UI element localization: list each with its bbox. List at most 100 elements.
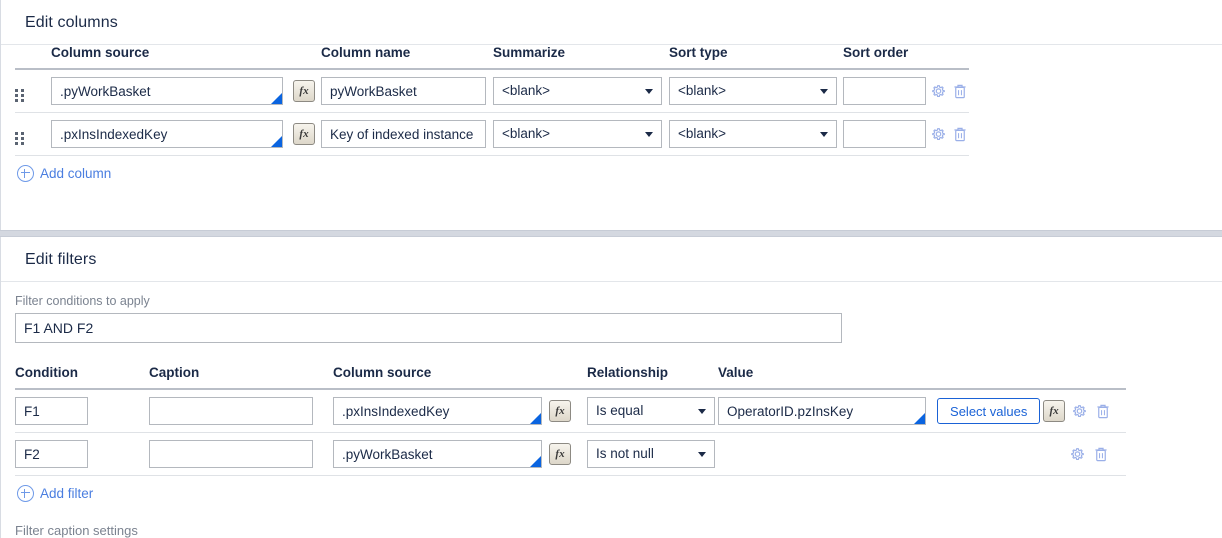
- trash-icon[interactable]: [951, 124, 969, 144]
- filters-header-relationship: Relationship: [587, 365, 718, 389]
- filter-column-source-fx-cell: fx: [549, 389, 587, 433]
- fx-button[interactable]: fx: [1043, 400, 1065, 422]
- columns-header-sort-type: Sort type: [669, 45, 843, 69]
- filters-header-caption: Caption: [149, 365, 333, 389]
- trash-icon[interactable]: [1091, 444, 1111, 464]
- fx-button[interactable]: fx: [293, 80, 315, 102]
- columns-header-drag: [15, 45, 51, 69]
- gear-icon[interactable]: [1069, 401, 1089, 421]
- add-filter-label: Add filter: [40, 486, 93, 501]
- table-row: fx Is not null: [15, 433, 1126, 476]
- column-row-drag-cell: [15, 69, 51, 113]
- table-row: fx <blank> <blank>: [15, 69, 969, 113]
- filters-header-row: Condition Caption Column source Relation…: [15, 365, 1126, 389]
- column-name-input[interactable]: [321, 77, 486, 105]
- column-source-input[interactable]: [51, 77, 283, 105]
- gear-icon[interactable]: [929, 81, 947, 101]
- sort-order-input[interactable]: [843, 120, 926, 148]
- filter-column-source-cell: [333, 389, 549, 433]
- filters-header-actions-a: [929, 365, 1041, 389]
- filter-row-actions-cell: fx: [1041, 389, 1126, 433]
- sort-order-input[interactable]: [843, 77, 926, 105]
- summarize-cell: <blank>: [493, 113, 669, 156]
- summarize-select[interactable]: <blank>: [493, 120, 662, 148]
- sort-type-value: <blank>: [678, 78, 726, 104]
- filter-relationship-select[interactable]: Is equal: [587, 397, 715, 425]
- add-column-label: Add column: [40, 166, 111, 181]
- sort-type-select[interactable]: <blank>: [669, 77, 837, 105]
- filter-condition-input[interactable]: [15, 397, 88, 425]
- sort-order-cell: [843, 69, 929, 113]
- plus-circle-icon: [17, 485, 34, 502]
- add-filter-button[interactable]: Add filter: [17, 485, 93, 502]
- column-name-cell: [321, 113, 493, 156]
- filter-relationship-select[interactable]: Is not null: [587, 440, 715, 468]
- filters-header-column-source: Column source: [333, 365, 587, 389]
- filter-relationship-cell: Is equal: [587, 389, 718, 433]
- sort-order-cell: [843, 113, 929, 156]
- table-row: fx <blank> <blank>: [15, 113, 969, 156]
- filter-condition-cell: [15, 389, 149, 433]
- column-name-cell: [321, 69, 493, 113]
- sort-type-cell: <blank>: [669, 113, 843, 156]
- filter-column-source-input[interactable]: [333, 397, 542, 425]
- drag-handle-icon[interactable]: [15, 132, 24, 145]
- table-row: fx Is equal Select values: [15, 389, 1126, 433]
- chevron-down-icon: [698, 409, 706, 414]
- filter-column-source-fx-cell: fx: [549, 433, 587, 476]
- add-column-button[interactable]: Add column: [17, 165, 111, 182]
- fx-button[interactable]: fx: [293, 123, 315, 145]
- chevron-down-icon: [645, 89, 653, 94]
- edit-columns-title: Edit columns: [1, 0, 1222, 45]
- trash-icon[interactable]: [951, 81, 969, 101]
- filter-relationship-cell: Is not null: [587, 433, 718, 476]
- filter-conditions-input[interactable]: [15, 313, 842, 343]
- columns-header-summarize: Summarize: [493, 45, 669, 69]
- filter-column-source-input[interactable]: [333, 440, 542, 468]
- filter-select-values-cell: Select values: [929, 389, 1041, 433]
- filter-caption-input[interactable]: [149, 440, 313, 468]
- gear-icon[interactable]: [1067, 444, 1087, 464]
- filter-relationship-value: Is not null: [596, 441, 654, 467]
- summarize-select[interactable]: <blank>: [493, 77, 662, 105]
- chevron-down-icon: [820, 132, 828, 137]
- filter-caption-settings-label: Filter caption settings: [15, 523, 1222, 538]
- gear-icon[interactable]: [929, 124, 947, 144]
- filters-header-value: Value: [718, 365, 929, 389]
- column-name-input[interactable]: [321, 120, 486, 148]
- edit-filters-panel: Edit filters Filter conditions to apply …: [0, 237, 1222, 538]
- fx-button[interactable]: fx: [549, 443, 571, 465]
- edit-filters-title: Edit filters: [1, 237, 1222, 282]
- edit-columns-table: Column source Column name Summarize Sort…: [15, 45, 969, 156]
- column-source-fx-cell: fx: [293, 113, 321, 156]
- sort-type-value: <blank>: [678, 121, 726, 147]
- filter-relationship-value: Is equal: [596, 398, 643, 424]
- filter-condition-cell: [15, 433, 149, 476]
- columns-header-sort-order: Sort order: [843, 45, 929, 69]
- edit-filters-table: Condition Caption Column source Relation…: [15, 365, 1126, 476]
- summarize-cell: <blank>: [493, 69, 669, 113]
- drag-handle-icon[interactable]: [15, 89, 24, 102]
- section-divider: [0, 230, 1222, 237]
- select-values-button[interactable]: Select values: [937, 398, 1040, 424]
- edit-columns-panel: Edit columns Column source Column name S…: [0, 0, 1222, 230]
- filter-caption-input[interactable]: [149, 397, 313, 425]
- filter-value-cell: [718, 433, 929, 476]
- column-source-fx-cell: fx: [293, 69, 321, 113]
- sort-type-cell: <blank>: [669, 69, 843, 113]
- fx-button[interactable]: fx: [549, 400, 571, 422]
- column-row-actions-cell: [929, 69, 969, 113]
- column-source-cell: [51, 113, 293, 156]
- filter-value-input[interactable]: [718, 397, 926, 425]
- chevron-down-icon: [645, 132, 653, 137]
- sort-type-select[interactable]: <blank>: [669, 120, 837, 148]
- chevron-down-icon: [698, 452, 706, 457]
- filter-column-source-cell: [333, 433, 549, 476]
- columns-header-column-source: Column source: [51, 45, 321, 69]
- filter-condition-input[interactable]: [15, 440, 88, 468]
- filter-caption-cell: [149, 433, 333, 476]
- column-row-actions-cell: [929, 113, 969, 156]
- trash-icon[interactable]: [1093, 401, 1113, 421]
- filters-header-condition: Condition: [15, 365, 149, 389]
- column-source-input[interactable]: [51, 120, 283, 148]
